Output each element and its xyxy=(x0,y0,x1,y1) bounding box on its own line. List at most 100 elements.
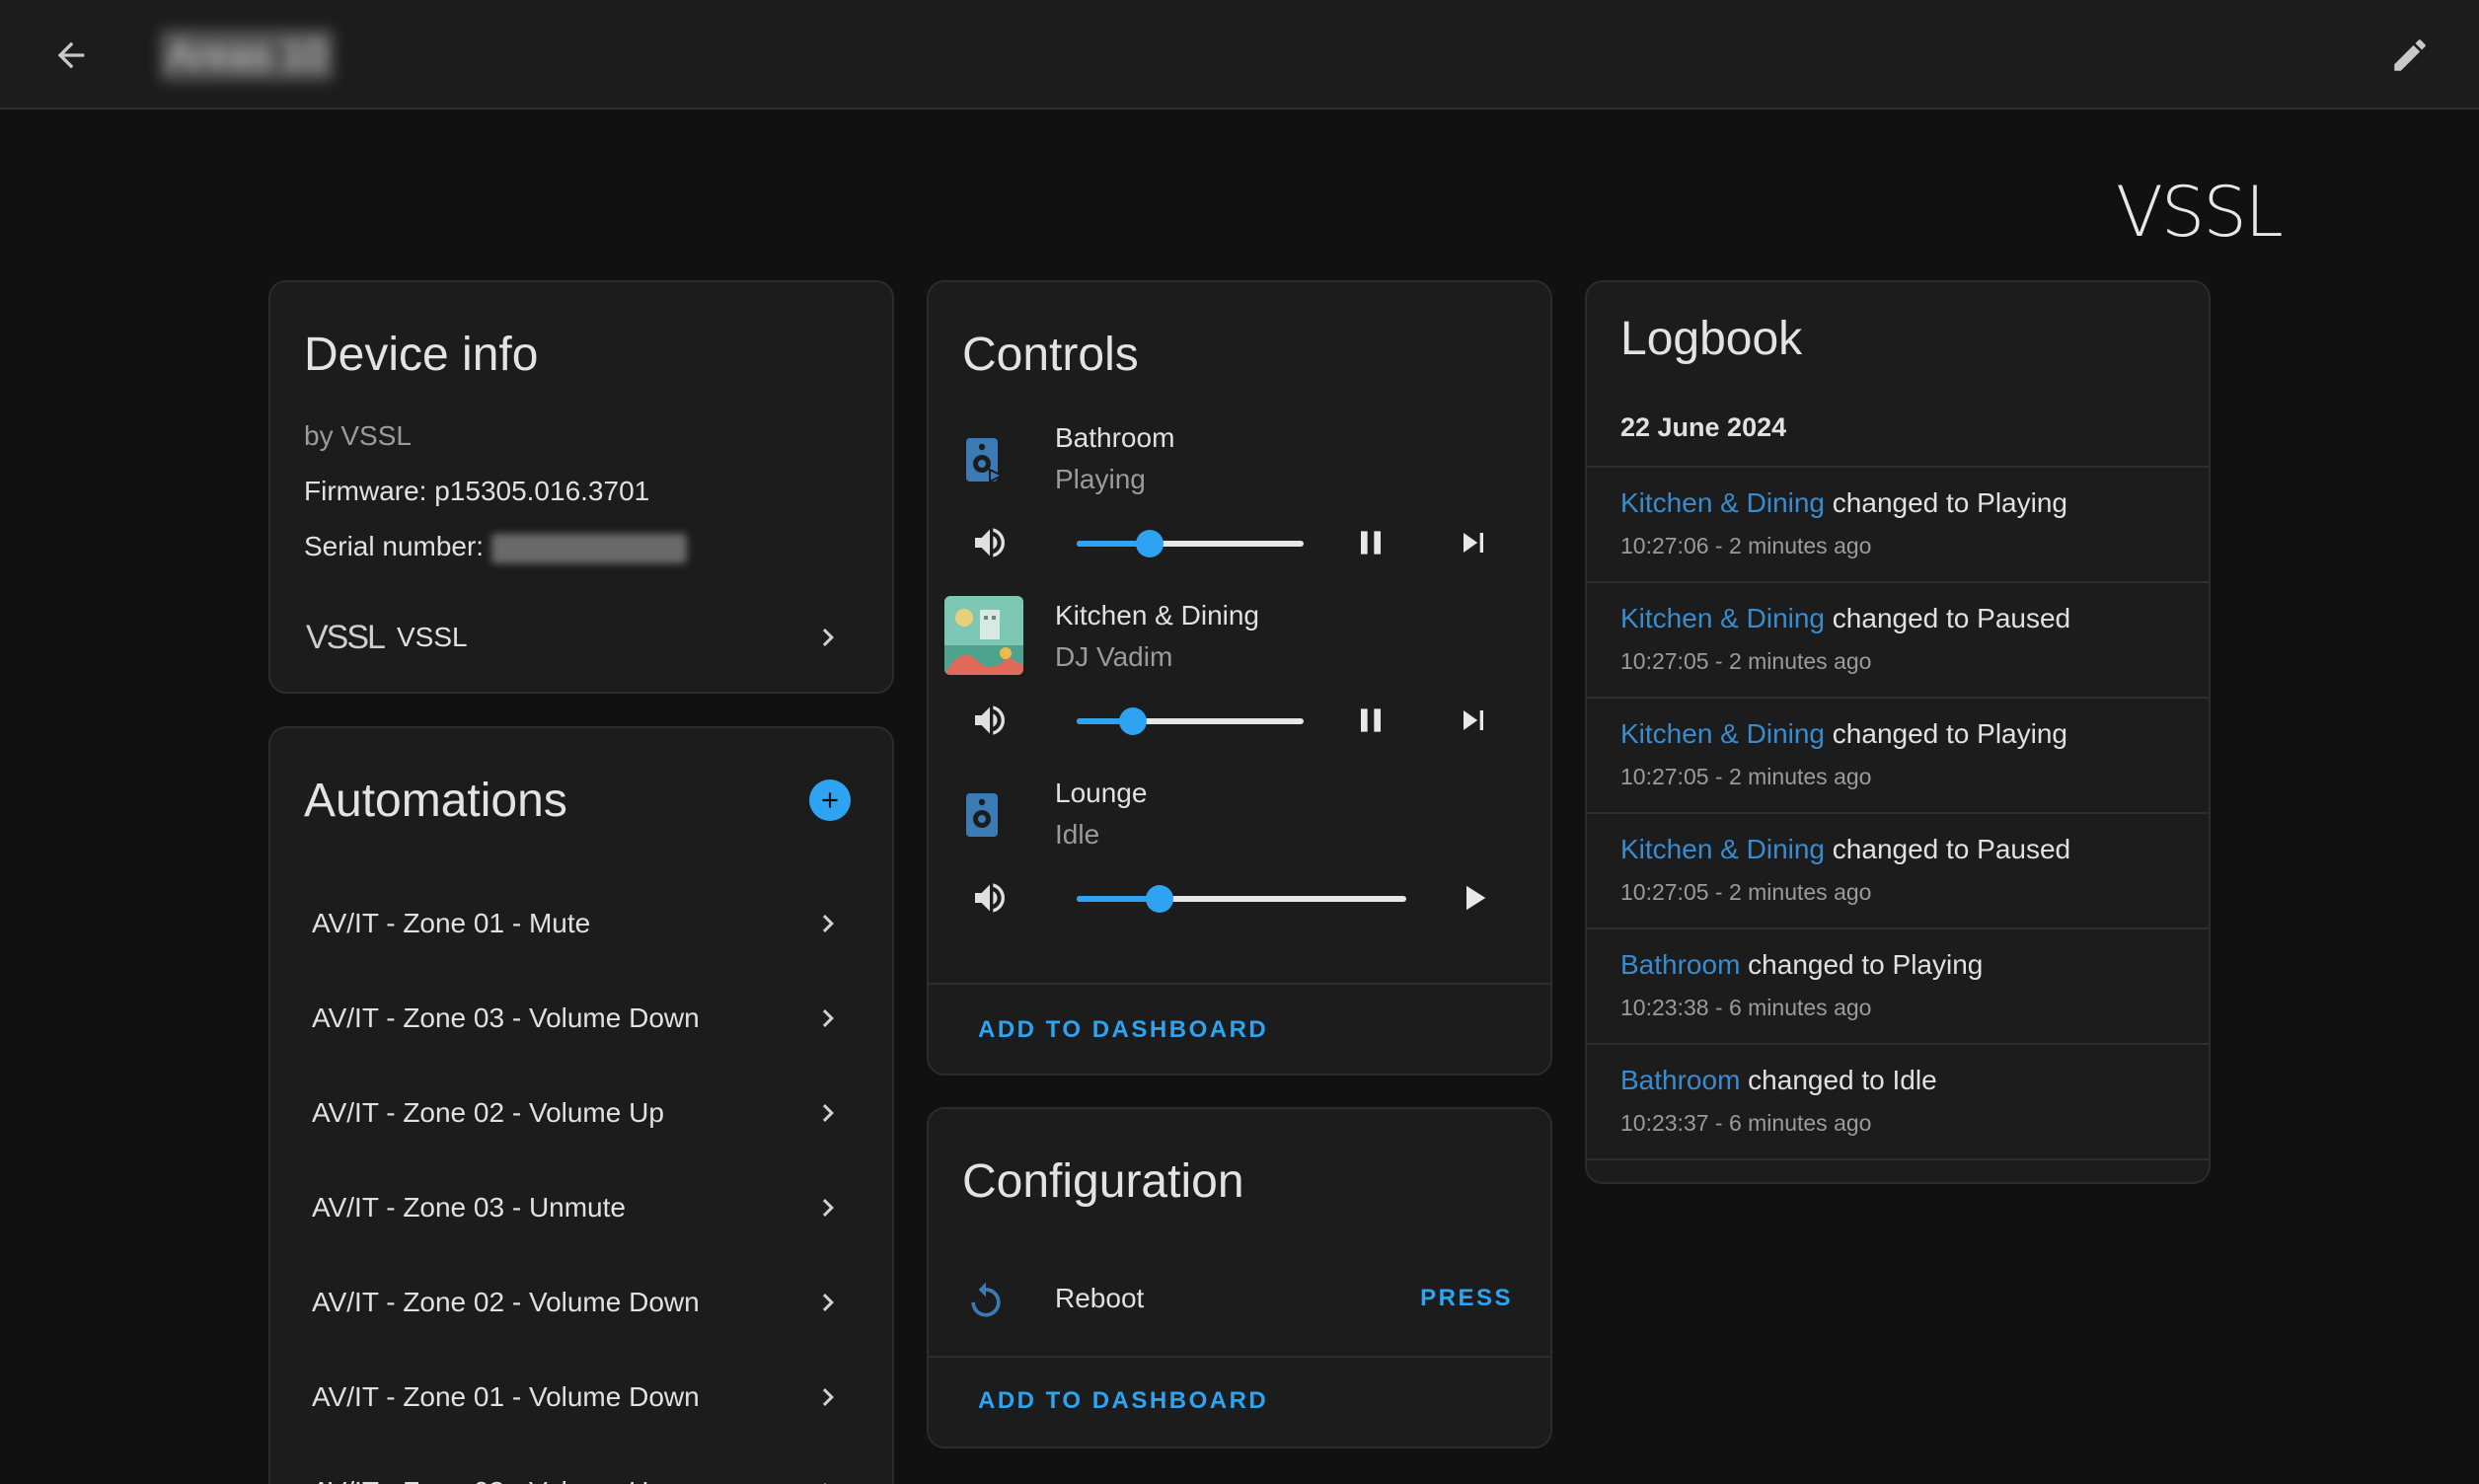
automation-item[interactable]: AV/IT - Zone 01 - Mute xyxy=(270,876,892,971)
chevron-right-icon xyxy=(803,1379,853,1415)
automation-item[interactable]: AV/IT - Zone 03 - Volume Down xyxy=(270,971,892,1066)
automation-label: AV/IT - Zone 03 - Volume Up xyxy=(270,1476,803,1484)
restart-icon xyxy=(964,1279,1008,1322)
controls-add-to-dashboard-button[interactable]: ADD TO DASHBOARD xyxy=(978,1016,1268,1044)
logbook-entity-link[interactable]: Bathroom xyxy=(1620,1065,1740,1095)
automation-item[interactable]: AV/IT - Zone 02 - Volume Up xyxy=(270,1066,892,1160)
automations-title: Automations xyxy=(304,775,567,827)
volume-slider[interactable] xyxy=(1077,530,1304,557)
volume-icon[interactable] xyxy=(968,523,1012,562)
vssl-mini-logo: VSSL xyxy=(306,618,386,656)
chevron-right-icon xyxy=(803,1285,853,1320)
logbook-entry-text: Bathroom changed to Idle xyxy=(1620,1065,1937,1096)
automation-label: AV/IT - Zone 02 - Volume Up xyxy=(312,1097,664,1128)
configuration-add-to-dashboard-button[interactable]: ADD TO DASHBOARD xyxy=(978,1387,1268,1415)
volume-icon[interactable] xyxy=(968,701,1012,740)
zone-name: Lounge xyxy=(1055,778,1148,808)
pause-icon xyxy=(1361,708,1381,732)
volume-slider-knob[interactable] xyxy=(1119,707,1147,735)
next-track-button[interactable] xyxy=(1452,521,1495,564)
logbook-entity-link[interactable]: Kitchen & Dining xyxy=(1620,834,1825,864)
add-automation-button[interactable] xyxy=(809,779,851,821)
reboot-label: Reboot xyxy=(1055,1283,1145,1313)
automation-item[interactable]: AV/IT - Zone 01 - Volume Down xyxy=(270,1350,892,1445)
skip-next-icon xyxy=(1464,710,1483,730)
skip-next-icon xyxy=(1464,533,1483,553)
automation-item[interactable]: AV/IT - Zone 03 - Unmute xyxy=(270,1160,892,1255)
play-icon xyxy=(1466,885,1486,911)
controls-title: Controls xyxy=(962,329,1139,381)
controls-card: Controls Bathroom Playing Kitchen & Dini… xyxy=(927,280,1552,1076)
configuration-card: Configuration Reboot PRESS ADD TO DASHBO… xyxy=(927,1107,1552,1448)
divider xyxy=(1587,1158,2209,1160)
play-button[interactable] xyxy=(1452,876,1495,920)
logbook-time: 10:27:05 - 2 minutes ago xyxy=(1620,764,1872,789)
zone-name: Kitchen & Dining xyxy=(1055,600,1260,631)
logbook-time: 10:23:37 - 6 minutes ago xyxy=(1620,1110,1872,1136)
plus-icon xyxy=(822,792,838,808)
logbook-time: 10:27:05 - 2 minutes ago xyxy=(1620,648,1872,674)
zone-controls xyxy=(929,868,1550,928)
logbook-entity-link[interactable]: Kitchen & Dining xyxy=(1620,487,1825,518)
edit-button[interactable] xyxy=(2380,28,2440,83)
zone-bathroom-header[interactable]: Bathroom Playing xyxy=(929,418,1550,501)
logbook-time: 10:27:06 - 2 minutes ago xyxy=(1620,533,1872,558)
divider xyxy=(929,1356,1550,1358)
pencil-icon xyxy=(2394,39,2426,71)
speaker-icon xyxy=(962,789,1006,841)
volume-icon[interactable] xyxy=(968,878,1012,918)
logbook-title: Logbook xyxy=(1620,313,1803,365)
next-track-button[interactable] xyxy=(1452,699,1495,742)
arrow-left-icon xyxy=(57,41,85,69)
chevron-right-icon xyxy=(803,620,853,655)
device-info-title: Device info xyxy=(304,329,539,381)
automation-label: AV/IT - Zone 03 - Volume Down xyxy=(312,1002,700,1033)
logbook-entity-link[interactable]: Kitchen & Dining xyxy=(1620,603,1825,633)
reboot-press-button[interactable]: PRESS xyxy=(1420,1285,1513,1312)
logbook-time: 10:27:05 - 2 minutes ago xyxy=(1620,879,1872,905)
zone-state: Idle xyxy=(1055,819,1100,850)
automations-list: AV/IT - Zone 01 - Mute AV/IT - Zone 03 -… xyxy=(270,876,892,1484)
automation-item[interactable]: AV/IT - Zone 02 - Volume Down xyxy=(270,1255,892,1350)
logbook-entry: Kitchen & Dining changed to Playing 10:2… xyxy=(1587,697,2209,812)
zone-controls xyxy=(929,513,1550,572)
volume-slider[interactable] xyxy=(1077,885,1406,913)
device-link-vssl[interactable]: VSSL VSSL xyxy=(270,598,892,677)
logbook-entry-text: Kitchen & Dining changed to Paused xyxy=(1620,603,2070,634)
zone-lounge-header[interactable]: Lounge Idle xyxy=(929,774,1550,856)
logbook-change: changed to Paused xyxy=(1825,603,2071,633)
chevron-right-icon xyxy=(803,1001,853,1036)
pause-button[interactable] xyxy=(1349,521,1392,564)
album-art xyxy=(944,596,1023,675)
logbook-change: changed to Idle xyxy=(1740,1065,1937,1095)
pause-button[interactable] xyxy=(1349,699,1392,742)
pause-icon xyxy=(1361,531,1381,555)
top-app-bar: Areas 10 xyxy=(0,0,2479,110)
automations-card: Automations AV/IT - Zone 01 - Mute AV/IT… xyxy=(268,726,894,1484)
logbook-entry: Kitchen & Dining changed to Playing 10:2… xyxy=(1587,466,2209,581)
logbook-entity-link[interactable]: Kitchen & Dining xyxy=(1620,718,1825,749)
logbook-entry: Bathroom changed to Idle 10:23:37 - 6 mi… xyxy=(1587,1043,2209,1158)
page-title: Areas 10 xyxy=(160,30,335,81)
device-info-card: Device info by VSSL Firmware: p15305.016… xyxy=(268,280,894,694)
logbook-entry-text: Kitchen & Dining changed to Paused xyxy=(1620,834,2070,865)
divider xyxy=(929,983,1550,985)
logbook-entity-link[interactable]: Bathroom xyxy=(1620,949,1740,980)
volume-slider-knob[interactable] xyxy=(1146,885,1173,913)
serial-number-label: Serial number: xyxy=(304,531,485,561)
logbook-entry-text: Bathroom changed to Playing xyxy=(1620,949,1983,981)
automation-label: AV/IT - Zone 02 - Volume Down xyxy=(312,1287,700,1317)
device-link-label: VSSL xyxy=(397,622,468,652)
chevron-right-icon xyxy=(803,906,853,941)
logbook-entry-text: Kitchen & Dining changed to Playing xyxy=(1620,487,2067,519)
volume-slider-knob[interactable] xyxy=(1136,530,1164,557)
volume-slider[interactable] xyxy=(1077,707,1304,735)
automation-label: AV/IT - Zone 03 - Unmute xyxy=(312,1192,626,1223)
reboot-row: Reboot PRESS xyxy=(929,1259,1550,1342)
automation-item[interactable]: AV/IT - Zone 03 - Volume Up xyxy=(270,1445,892,1484)
automation-label: AV/IT - Zone 01 - Volume Down xyxy=(312,1381,700,1412)
logbook-change: changed to Playing xyxy=(1740,949,1984,980)
zone-kitchen-dining-header[interactable]: Kitchen & Dining DJ Vadim xyxy=(929,596,1550,679)
back-button[interactable] xyxy=(39,30,103,81)
logbook-date: 22 June 2024 xyxy=(1620,412,1787,442)
